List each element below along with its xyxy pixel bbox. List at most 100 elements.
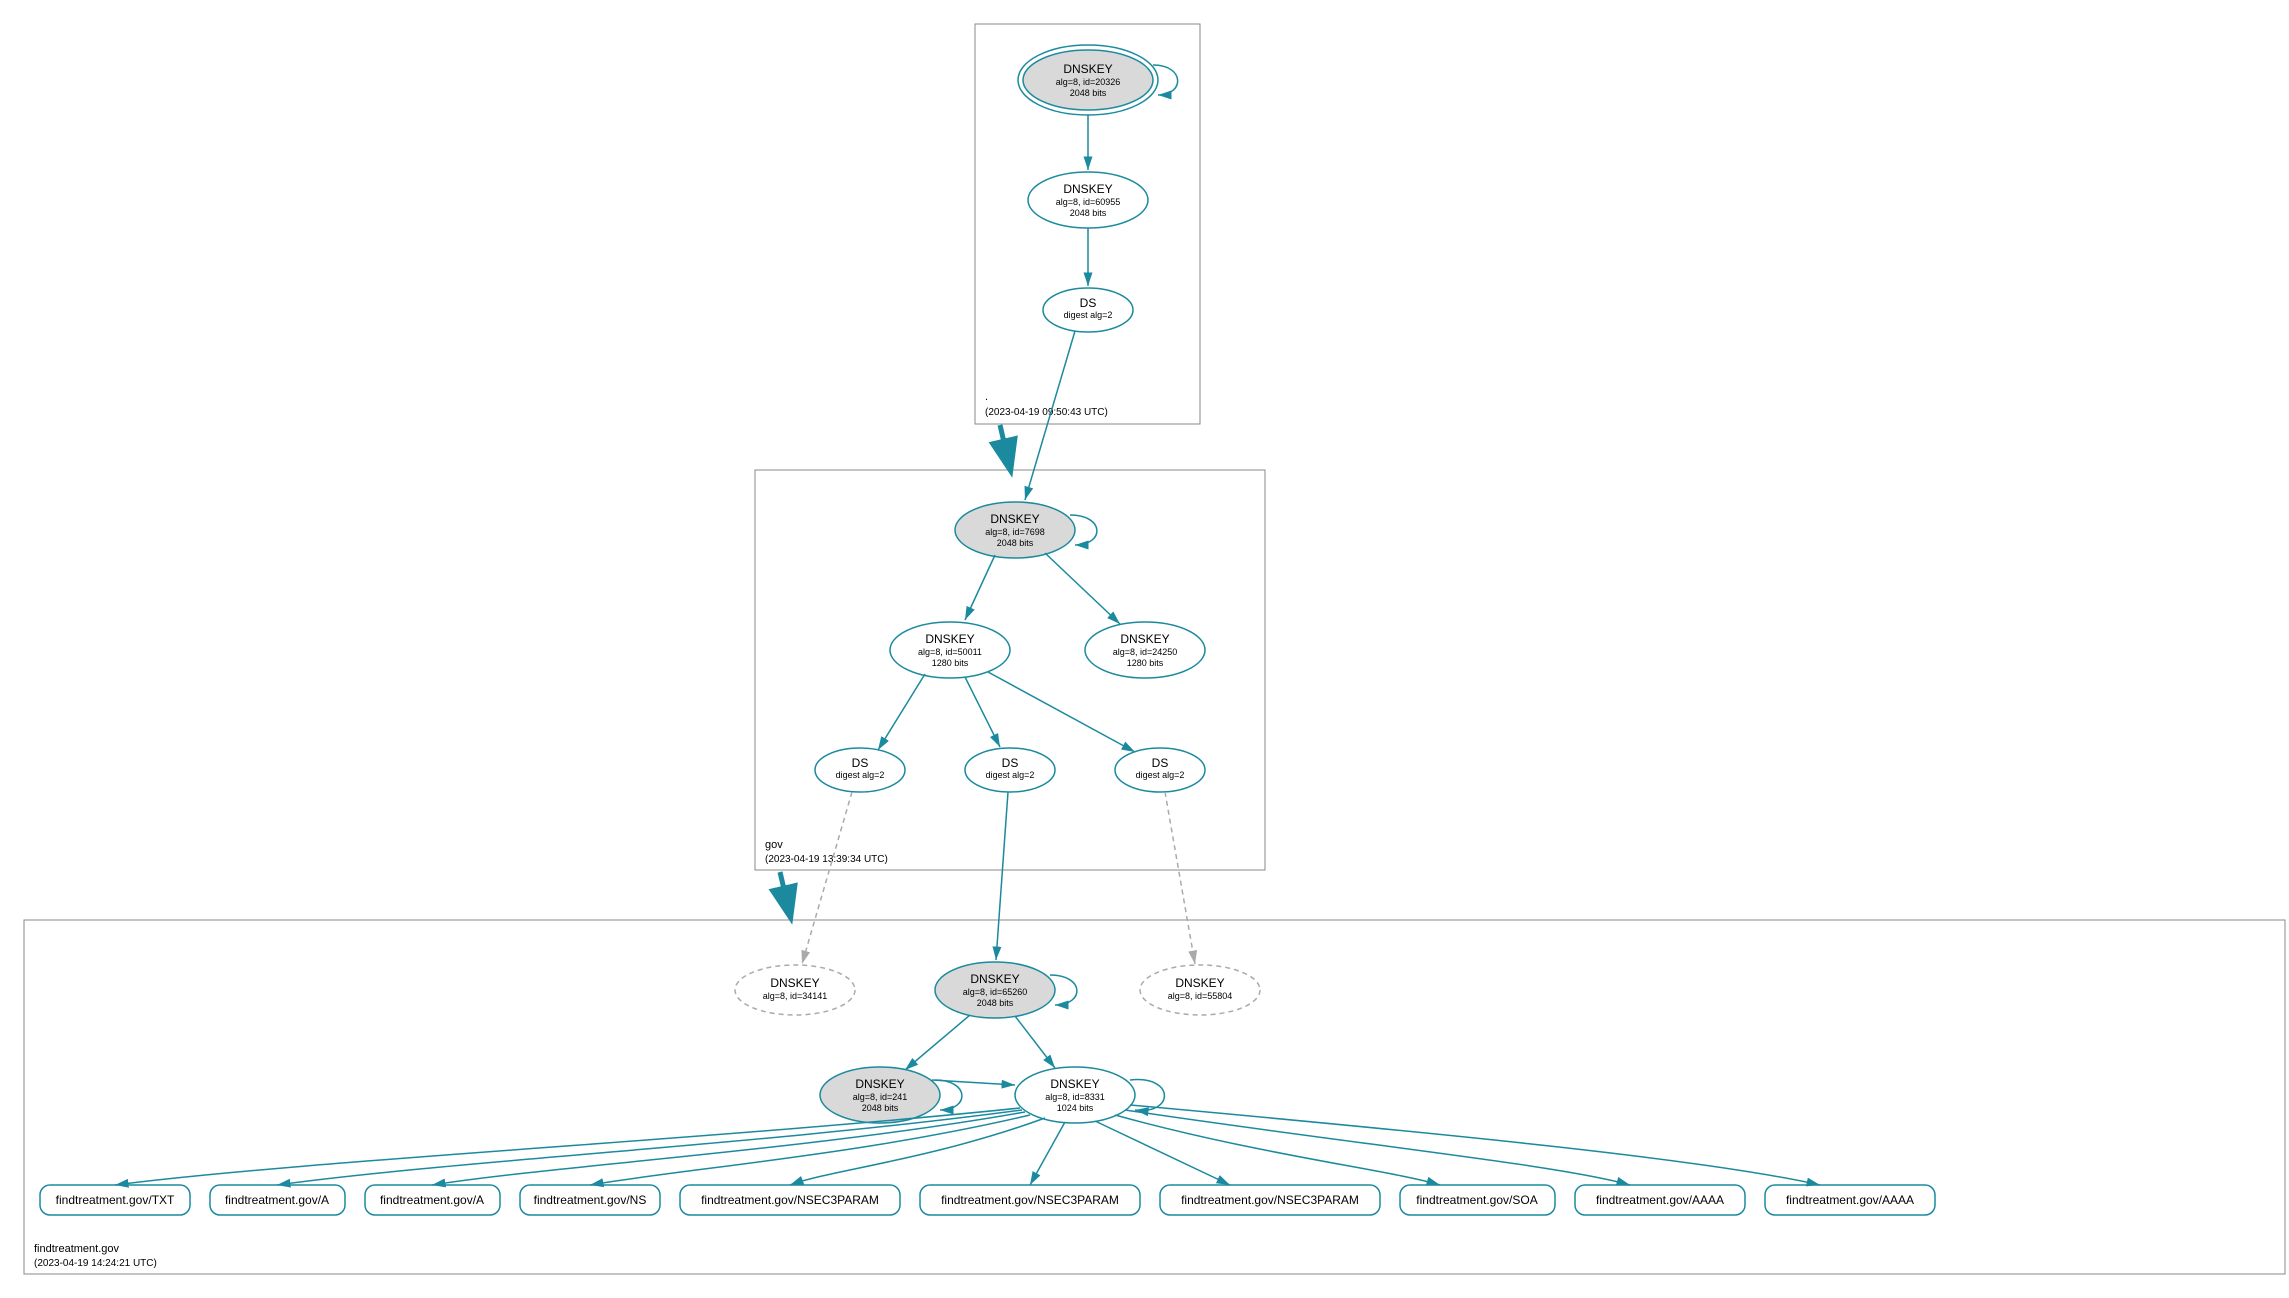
dnssec-graph: . (2023-04-19 09:50:43 UTC) DNSKEY alg=8… bbox=[10, 10, 2289, 1288]
edge bbox=[1095, 1121, 1230, 1185]
edge bbox=[878, 674, 925, 750]
edge bbox=[590, 1115, 1030, 1185]
svg-text:findtreatment.gov/AAAA: findtreatment.gov/AAAA bbox=[1786, 1193, 1914, 1207]
rrset-6: findtreatment.gov/NSEC3PARAM bbox=[1160, 1185, 1380, 1215]
node-ft-ksk: DNSKEY alg=8, id=65260 2048 bits bbox=[935, 962, 1055, 1018]
zone-root-name: . bbox=[985, 391, 988, 403]
svg-text:alg=8, id=24250: alg=8, id=24250 bbox=[1113, 647, 1178, 657]
svg-text:2048 bits: 2048 bits bbox=[1070, 88, 1107, 98]
svg-text:2048 bits: 2048 bits bbox=[997, 538, 1034, 548]
node-ft-dash1: DNSKEY alg=8, id=34141 bbox=[735, 965, 855, 1015]
svg-text:1280 bits: 1280 bits bbox=[1127, 658, 1164, 668]
svg-text:findtreatment.gov/A: findtreatment.gov/A bbox=[380, 1193, 484, 1207]
node-root-zsk: DNSKEY alg=8, id=60955 2048 bits bbox=[1028, 172, 1148, 228]
svg-text:1024 bits: 1024 bits bbox=[1057, 1103, 1094, 1113]
delegation-arrow bbox=[780, 872, 790, 915]
svg-text:alg=8, id=7698: alg=8, id=7698 bbox=[985, 527, 1045, 537]
edge bbox=[965, 677, 1000, 747]
svg-text:DNSKEY: DNSKEY bbox=[1175, 976, 1224, 990]
svg-text:DNSKEY: DNSKEY bbox=[855, 1077, 904, 1091]
rrset-1: findtreatment.gov/A bbox=[210, 1185, 345, 1215]
zone-ft-timestamp: (2023-04-19 14:24:21 UTC) bbox=[34, 1258, 157, 1269]
svg-text:1280 bits: 1280 bits bbox=[932, 658, 969, 668]
node-gov-ds2: DS digest alg=2 bbox=[965, 748, 1055, 792]
svg-text:digest alg=2: digest alg=2 bbox=[1064, 310, 1113, 320]
zone-ft-name: findtreatment.gov bbox=[34, 1243, 119, 1255]
edge bbox=[1115, 1115, 1440, 1185]
rrset-0: findtreatment.gov/TXT bbox=[40, 1185, 190, 1215]
svg-text:DS: DS bbox=[1152, 756, 1169, 770]
rrset-5: findtreatment.gov/NSEC3PARAM bbox=[920, 1185, 1140, 1215]
svg-text:digest alg=2: digest alg=2 bbox=[836, 770, 885, 780]
node-gov-zsk1: DNSKEY alg=8, id=50011 1280 bits bbox=[890, 622, 1010, 678]
svg-text:findtreatment.gov/SOA: findtreatment.gov/SOA bbox=[1416, 1193, 1537, 1207]
svg-text:alg=8, id=55804: alg=8, id=55804 bbox=[1168, 991, 1233, 1001]
edge bbox=[1125, 1110, 1630, 1185]
edge bbox=[1045, 553, 1120, 624]
svg-text:alg=8, id=60955: alg=8, id=60955 bbox=[1056, 197, 1121, 207]
edge bbox=[1015, 1016, 1055, 1068]
edge bbox=[790, 1118, 1045, 1185]
svg-text:alg=8, id=50011: alg=8, id=50011 bbox=[918, 647, 982, 657]
edge bbox=[988, 672, 1135, 752]
zone-root-timestamp: (2023-04-19 09:50:43 UTC) bbox=[985, 407, 1108, 418]
svg-text:findtreatment.gov/AAAA: findtreatment.gov/AAAA bbox=[1596, 1193, 1724, 1207]
svg-text:findtreatment.gov/NS: findtreatment.gov/NS bbox=[534, 1193, 647, 1207]
node-gov-ksk: DNSKEY alg=8, id=7698 2048 bits bbox=[955, 502, 1075, 558]
svg-text:findtreatment.gov/A: findtreatment.gov/A bbox=[225, 1193, 329, 1207]
edge bbox=[932, 1080, 1015, 1085]
node-ft-zsk: DNSKEY alg=8, id=8331 1024 bits bbox=[1015, 1067, 1135, 1123]
zone-gov-name: gov bbox=[765, 839, 783, 851]
rrset-2: findtreatment.gov/A bbox=[365, 1185, 500, 1215]
node-ft-dash2: DNSKEY alg=8, id=55804 bbox=[1140, 965, 1260, 1015]
edge bbox=[432, 1112, 1025, 1185]
self-loop bbox=[1153, 65, 1178, 95]
svg-text:DNSKEY: DNSKEY bbox=[1050, 1077, 1099, 1091]
delegation-arrow bbox=[1000, 425, 1010, 468]
rrset-9: findtreatment.gov/AAAA bbox=[1765, 1185, 1935, 1215]
zone-gov-timestamp: (2023-04-19 13:39:34 UTC) bbox=[765, 854, 888, 865]
node-ft-key2: DNSKEY alg=8, id=241 2048 bits bbox=[820, 1067, 940, 1123]
svg-text:alg=8, id=20326: alg=8, id=20326 bbox=[1056, 77, 1121, 87]
svg-text:DNSKEY: DNSKEY bbox=[990, 512, 1039, 526]
node-root-ds: DS digest alg=2 bbox=[1043, 288, 1133, 332]
edge-dashed bbox=[802, 792, 852, 964]
node-root-ksk: DNSKEY alg=8, id=20326 2048 bits bbox=[1018, 45, 1158, 115]
svg-text:alg=8, id=65260: alg=8, id=65260 bbox=[963, 987, 1028, 997]
rrset-7: findtreatment.gov/SOA bbox=[1400, 1185, 1555, 1215]
svg-text:DNSKEY: DNSKEY bbox=[1120, 632, 1169, 646]
node-gov-ds3: DS digest alg=2 bbox=[1115, 748, 1205, 792]
node-gov-zsk2: DNSKEY alg=8, id=24250 1280 bits bbox=[1085, 622, 1205, 678]
edge bbox=[905, 1015, 970, 1070]
svg-text:DNSKEY: DNSKEY bbox=[1063, 62, 1112, 76]
svg-text:DNSKEY: DNSKEY bbox=[770, 976, 819, 990]
svg-text:findtreatment.gov/TXT: findtreatment.gov/TXT bbox=[56, 1193, 175, 1207]
svg-text:alg=8, id=241: alg=8, id=241 bbox=[853, 1092, 908, 1102]
svg-text:findtreatment.gov/NSEC3PARAM: findtreatment.gov/NSEC3PARAM bbox=[701, 1193, 879, 1207]
svg-text:digest alg=2: digest alg=2 bbox=[1136, 770, 1185, 780]
svg-text:DNSKEY: DNSKEY bbox=[925, 632, 974, 646]
svg-text:2048 bits: 2048 bits bbox=[1070, 208, 1107, 218]
edge bbox=[996, 792, 1008, 960]
svg-text:digest alg=2: digest alg=2 bbox=[986, 770, 1035, 780]
svg-text:DS: DS bbox=[1002, 756, 1019, 770]
svg-text:alg=8, id=8331: alg=8, id=8331 bbox=[1045, 1092, 1105, 1102]
svg-text:2048 bits: 2048 bits bbox=[862, 1103, 899, 1113]
rrset-3: findtreatment.gov/NS bbox=[520, 1185, 660, 1215]
svg-text:findtreatment.gov/NSEC3PARAM: findtreatment.gov/NSEC3PARAM bbox=[1181, 1193, 1359, 1207]
edge bbox=[1030, 1122, 1065, 1185]
svg-text:2048 bits: 2048 bits bbox=[977, 998, 1014, 1008]
svg-text:DS: DS bbox=[852, 756, 869, 770]
edge bbox=[965, 555, 995, 620]
edge bbox=[1130, 1105, 1820, 1185]
svg-text:alg=8, id=34141: alg=8, id=34141 bbox=[763, 991, 828, 1001]
edge bbox=[277, 1110, 1022, 1185]
edge-dashed bbox=[1165, 792, 1195, 964]
node-gov-ds1: DS digest alg=2 bbox=[815, 748, 905, 792]
svg-text:findtreatment.gov/NSEC3PARAM: findtreatment.gov/NSEC3PARAM bbox=[941, 1193, 1119, 1207]
svg-text:DNSKEY: DNSKEY bbox=[1063, 182, 1112, 196]
rrset-8: findtreatment.gov/AAAA bbox=[1575, 1185, 1745, 1215]
svg-text:DS: DS bbox=[1080, 296, 1097, 310]
svg-text:DNSKEY: DNSKEY bbox=[970, 972, 1019, 986]
rrset-4: findtreatment.gov/NSEC3PARAM bbox=[680, 1185, 900, 1215]
